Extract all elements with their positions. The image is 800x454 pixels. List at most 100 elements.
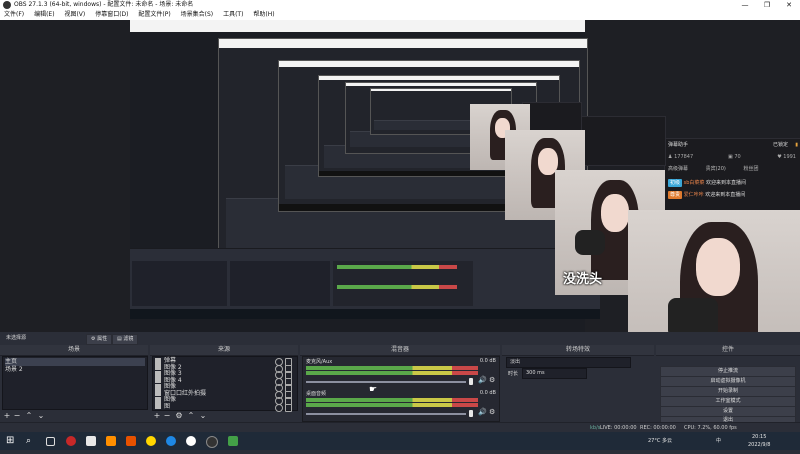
properties-button[interactable]: ⚙ 属性 (86, 334, 113, 345)
scene-item[interactable]: 场景 2 (5, 366, 145, 374)
chat-header: 弹幕助手 已锁定 ▮ (668, 141, 798, 149)
user-badge: 初级 (668, 179, 683, 187)
scenes-dock-title: 场景 (0, 345, 148, 356)
duration-input[interactable]: 300 ms (522, 368, 587, 379)
nested-obs-docks (130, 248, 600, 319)
image-source-icon (155, 403, 161, 409)
menu-edit[interactable]: 编辑(E) (34, 10, 54, 20)
scenes-list[interactable]: 主页 场景 2 (2, 356, 148, 410)
mixer-channel-name: 桌面音频 (306, 391, 327, 397)
audio-mixer-dock: 混音器 麦克风/Aux 0.0 dB 🔊 ⚙ 桌面音频 0.0 dB 🔊 ⚙ ☛ (300, 345, 500, 422)
scene-item[interactable]: 主页 (5, 358, 145, 366)
search-icon[interactable]: ⌕ (26, 436, 36, 446)
chat-tab-fans[interactable]: 粉丝团 (743, 166, 758, 172)
mixer-channel-db: 0.0 dB (479, 390, 496, 396)
app-icon[interactable] (186, 436, 196, 446)
remove-source-button[interactable]: − (163, 412, 171, 420)
volume-fader-knob[interactable] (469, 410, 473, 417)
source-settings-icon[interactable]: ⚙ (175, 412, 183, 420)
menu-profile[interactable]: 配置文件(P) (138, 10, 170, 20)
chat-tabs: 高级弹幕 贵宾(20) 粉丝团 (668, 165, 798, 173)
duration-label: 时长 (508, 371, 519, 377)
close-button[interactable]: ✕ (778, 0, 800, 10)
chat-text: 欢迎来到本直播间 (705, 180, 746, 186)
volume-fader[interactable] (306, 413, 466, 415)
speaker-icon[interactable]: 🔊 (478, 376, 487, 384)
move-up-button[interactable]: ⌃ (25, 412, 33, 420)
source-item[interactable]: 图 (155, 403, 295, 412)
filters-button[interactable]: ▤ 滤镜 (112, 334, 139, 345)
volume-fader-knob[interactable] (469, 378, 473, 385)
chat-message: 尊贵 爱仁咔咔 欢迎来到本直播间 (668, 191, 798, 199)
menu-help[interactable]: 帮助(H) (253, 10, 274, 20)
gear-icon: ⚙ (91, 336, 96, 342)
channel-settings-icon[interactable]: ⚙ (489, 376, 495, 384)
channel-settings-icon[interactable]: ⚙ (489, 408, 495, 416)
chat-username: sb白菜菜 (683, 180, 705, 186)
chat-tab-gift[interactable]: 高级弹幕 (668, 166, 688, 172)
menu-file[interactable]: 文件(F) (4, 10, 24, 20)
app-icon[interactable] (126, 436, 136, 446)
chat-tab-vip[interactable]: 贵宾(20) (706, 166, 726, 172)
mixer-channel-db: 0.0 dB (479, 358, 496, 364)
add-source-button[interactable]: + (153, 412, 161, 420)
obs-app-icon (3, 1, 11, 9)
task-view-icon[interactable] (46, 437, 55, 446)
menu-tools[interactable]: 工具(T) (223, 10, 243, 20)
mixer-channel-name: 麦克风/Aux (306, 359, 333, 365)
stat-likes: 1991 (783, 154, 796, 160)
maximize-button[interactable]: ❐ (756, 0, 778, 10)
stat-viewers: 177847 (674, 154, 694, 160)
remove-scene-button[interactable]: − (13, 412, 21, 420)
move-down-button[interactable]: ⌄ (37, 412, 45, 420)
transitions-dock: 转场特效 淡出 时长 300 ms (502, 345, 654, 422)
menu-view[interactable]: 视图(V) (64, 10, 85, 20)
chat-stats: ♟ 177847 ▣ 70 ♥ 1991 (668, 153, 798, 161)
preview-canvas[interactable]: 弹幕助手 已锁定 ▮ ♟ 177847 ▣ 70 ♥ 1991 高级弹幕 贵宾(… (0, 20, 800, 332)
sources-dock-title: 来源 (150, 345, 298, 356)
transitions-dock-title: 转场特效 (502, 345, 654, 356)
add-scene-button[interactable]: + (3, 412, 11, 420)
app-icon[interactable] (86, 436, 96, 446)
webcam-main: 没洗头 (628, 210, 800, 332)
chat-panel-nested (578, 116, 666, 166)
weather-widget[interactable]: 27°C 多云 (648, 432, 672, 450)
window-titlebar: OBS 27.1.3 (64-bit, windows) - 配置文件: 未命名… (0, 0, 800, 10)
transition-select[interactable]: 淡出 (506, 357, 631, 368)
visibility-icon[interactable] (275, 403, 283, 412)
sources-dock: 来源 弹幕 图像 2 图像 3 图像 4 图像 窗口口红外拍摄 图像 图 + −… (150, 345, 298, 422)
clock-date[interactable]: 2022/9/8 (748, 436, 770, 454)
mixer-dock-title: 混音器 (300, 345, 500, 356)
chrome-icon[interactable] (166, 436, 176, 446)
audio-level-meter (306, 398, 478, 402)
controls-dock-title: 控件 (656, 345, 800, 356)
lock-icon[interactable]: ▮ (795, 141, 798, 149)
no-source-selected: 未选择源 (6, 335, 27, 341)
chat-lock-label: 已锁定 (772, 142, 788, 148)
sources-list[interactable]: 弹幕 图像 2 图像 3 图像 4 图像 窗口口红外拍摄 图像 图 (152, 356, 298, 412)
app-icon[interactable] (228, 436, 238, 446)
volume-fader[interactable] (306, 381, 466, 383)
filters-label: 滤镜 (123, 336, 134, 342)
minimize-button[interactable]: — (734, 0, 756, 10)
language-indicator[interactable]: 中 (716, 432, 721, 450)
scenes-dock: 场景 主页 场景 2 + − ⌃ ⌄ (0, 345, 148, 422)
taskbar: ⊞ ⌕ 27°C 多云 中 20:15 2022/9/8 (0, 432, 800, 450)
speaker-icon[interactable]: 🔊 (478, 408, 487, 416)
netease-music-icon[interactable] (66, 436, 76, 446)
app-icon[interactable] (146, 436, 156, 446)
stat-fans: 70 (734, 154, 741, 160)
menu-scene-collection[interactable]: 场景集合(S) (181, 10, 214, 20)
lock-icon[interactable] (285, 403, 292, 412)
mixer-panel: 麦克风/Aux 0.0 dB 🔊 ⚙ 桌面音频 0.0 dB 🔊 ⚙ ☛ (302, 356, 500, 422)
chat-title: 弹幕助手 (668, 142, 689, 148)
menu-docks[interactable]: 停靠窗口(D) (95, 10, 128, 20)
move-up-button[interactable]: ⌃ (187, 412, 195, 420)
windows-start-icon[interactable]: ⊞ (6, 436, 16, 446)
obs-taskbar-icon[interactable] (206, 436, 218, 448)
heart-icon: ♥ (777, 154, 782, 160)
chat-text: 欢迎来到本直播间 (705, 192, 746, 198)
properties-label: 属性 (97, 336, 108, 342)
move-down-button[interactable]: ⌄ (199, 412, 207, 420)
app-icon[interactable] (106, 436, 116, 446)
